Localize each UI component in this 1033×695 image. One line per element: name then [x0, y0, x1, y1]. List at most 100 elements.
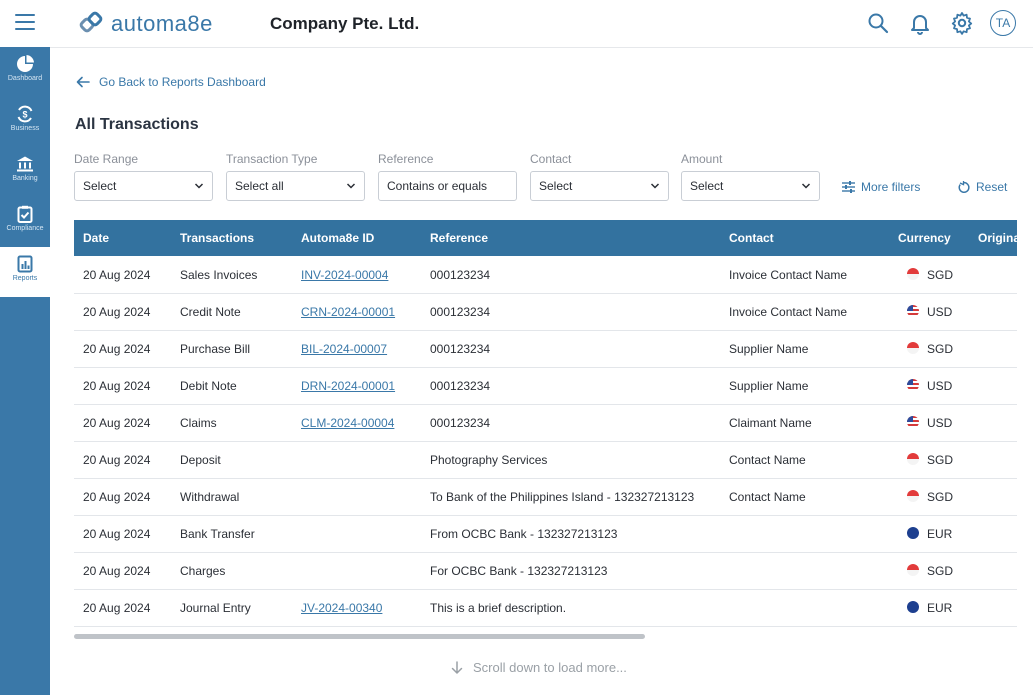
table-row[interactable]: 20 Aug 2024 Credit Note CRN-2024-00001 0… — [74, 293, 1017, 331]
reference-value: Contains or equals — [387, 179, 488, 193]
column-header-date[interactable]: Date — [83, 231, 109, 245]
cell-reference: From OCBC Bank - 132327213123 — [430, 527, 618, 541]
transaction-type-select[interactable]: Select all — [226, 171, 365, 201]
date-range-select[interactable]: Select — [74, 171, 213, 201]
report-chart-icon — [17, 255, 33, 273]
clipboard-check-icon — [17, 205, 33, 223]
table-row[interactable]: 20 Aug 2024 Sales Invoices INV-2024-0000… — [74, 256, 1017, 294]
menu-icon[interactable] — [15, 14, 35, 32]
sidebar: Dashboard $ Business Banking Compliance — [0, 47, 50, 695]
reset-icon — [958, 180, 970, 193]
top-bar: automa8e Company Pte. Ltd. TA — [0, 0, 1033, 48]
more-filters-label: More filters — [861, 180, 921, 194]
bell-icon[interactable] — [908, 11, 932, 35]
cell-currency: EUR — [927, 527, 953, 541]
cell-automa8e-id-link[interactable]: DRN-2024-00001 — [301, 379, 395, 393]
table-row[interactable]: 20 Aug 2024 Journal Entry JV-2024-00340 … — [74, 589, 1017, 627]
cell-automa8e-id-link[interactable]: JV-2024-00340 — [301, 601, 382, 615]
sidebar-item-label: Compliance — [6, 225, 44, 232]
reset-label: Reset — [976, 180, 1008, 194]
cell-date: 20 Aug 2024 — [83, 527, 151, 541]
more-filters-button[interactable]: More filters — [842, 180, 920, 194]
column-header-transactions[interactable]: Transactions — [180, 231, 254, 245]
table-row[interactable]: 20 Aug 2024 Deposit Photography Services… — [74, 441, 1017, 479]
eu-flag-icon — [907, 601, 919, 613]
cell-transaction: Withdrawal — [180, 490, 240, 504]
table-header: Date Transactions Automa8e ID Reference … — [74, 220, 1017, 256]
bank-icon — [17, 156, 33, 172]
cell-reference: To Bank of the Philippines Island - 1323… — [430, 490, 695, 504]
column-header-contact[interactable]: Contact — [729, 231, 774, 245]
us-flag-icon — [907, 305, 919, 317]
cell-reference: 000123234 — [430, 416, 491, 430]
cell-automa8e-id-link[interactable]: CLM-2024-00004 — [301, 416, 394, 430]
table-row[interactable]: 20 Aug 2024 Bank Transfer From OCBC Bank… — [74, 515, 1017, 553]
sidebar-item-banking[interactable]: Banking — [0, 147, 50, 197]
cell-date: 20 Aug 2024 — [83, 564, 151, 578]
cell-currency: USD — [927, 416, 953, 430]
singapore-flag-icon — [907, 268, 919, 280]
cell-currency: SGD — [927, 490, 954, 504]
transaction-type-value: Select all — [235, 179, 284, 193]
singapore-flag-icon — [907, 342, 919, 354]
page-title: All Transactions — [75, 116, 199, 133]
singapore-flag-icon — [907, 453, 919, 465]
sidebar-item-business[interactable]: $ Business — [0, 97, 50, 147]
search-icon[interactable] — [866, 11, 890, 35]
column-header-reference[interactable]: Reference — [430, 231, 488, 245]
arrow-left-icon — [76, 76, 90, 88]
logo-mark-icon — [79, 11, 103, 33]
svg-text:$: $ — [22, 110, 27, 120]
contact-select[interactable]: Select — [530, 171, 669, 201]
table-row[interactable]: 20 Aug 2024 Claims CLM-2024-00004 000123… — [74, 404, 1017, 442]
amount-select[interactable]: Select — [681, 171, 820, 201]
gear-icon[interactable] — [950, 11, 974, 35]
sidebar-item-label: Reports — [12, 275, 38, 282]
cell-date: 20 Aug 2024 — [83, 379, 151, 393]
cell-date: 20 Aug 2024 — [83, 453, 151, 467]
cell-reference: Photography Services — [430, 453, 548, 467]
table-row[interactable]: 20 Aug 2024 Debit Note DRN-2024-00001 00… — [74, 367, 1017, 405]
load-more-hint[interactable]: Scroll down to load more... — [451, 660, 627, 675]
company-name[interactable]: Company Pte. Ltd. — [270, 14, 419, 34]
column-header-currency[interactable]: Currency — [898, 231, 951, 245]
table-row[interactable]: 20 Aug 2024 Purchase Bill BIL-2024-00007… — [74, 330, 1017, 368]
column-header-original[interactable]: Original — [978, 231, 1017, 245]
sidebar-item-reports[interactable]: Reports — [0, 247, 50, 297]
table-row[interactable]: 20 Aug 2024 Withdrawal To Bank of the Ph… — [74, 478, 1017, 516]
cell-reference: 000123234 — [430, 379, 491, 393]
cell-transaction: Journal Entry — [180, 601, 251, 615]
cell-date: 20 Aug 2024 — [83, 416, 151, 430]
eu-flag-icon — [907, 527, 919, 539]
sliders-icon — [842, 181, 855, 193]
table-row[interactable]: 20 Aug 2024 Charges For OCBC Bank - 1323… — [74, 552, 1017, 590]
reset-button[interactable]: Reset — [957, 180, 1007, 194]
cell-reference: For OCBC Bank - 132327213123 — [430, 564, 608, 578]
cell-automa8e-id-link[interactable]: BIL-2024-00007 — [301, 342, 387, 356]
cell-contact: Supplier Name — [729, 342, 809, 356]
cell-transaction: Charges — [180, 564, 226, 578]
load-more-label: Scroll down to load more... — [473, 660, 627, 675]
user-avatar[interactable]: TA — [990, 10, 1016, 36]
cell-automa8e-id-link[interactable]: CRN-2024-00001 — [301, 305, 395, 319]
cell-currency: USD — [927, 305, 953, 319]
cell-date: 20 Aug 2024 — [83, 342, 151, 356]
date-range-label: Date Range — [74, 152, 139, 166]
sidebar-item-label: Dashboard — [7, 75, 43, 82]
logo[interactable]: automa8e — [79, 10, 213, 38]
dollar-cycle-icon: $ — [17, 105, 33, 123]
cell-date: 20 Aug 2024 — [83, 601, 151, 615]
back-to-reports-link[interactable]: Go Back to Reports Dashboard — [76, 75, 266, 89]
sidebar-item-dashboard[interactable]: Dashboard — [0, 47, 50, 97]
cell-currency: SGD — [927, 453, 954, 467]
cell-currency: EUR — [927, 601, 953, 615]
cell-contact: Supplier Name — [729, 379, 809, 393]
cell-transaction: Bank Transfer — [180, 527, 255, 541]
reference-input[interactable]: Contains or equals — [378, 171, 517, 201]
horizontal-scrollbar[interactable] — [74, 634, 645, 639]
cell-automa8e-id-link[interactable]: INV-2024-00004 — [301, 268, 388, 282]
cell-currency: SGD — [927, 268, 954, 282]
sidebar-item-compliance[interactable]: Compliance — [0, 197, 50, 247]
column-header-automa8e-id[interactable]: Automa8e ID — [301, 231, 374, 245]
cell-reference: This is a brief description. — [430, 601, 567, 615]
